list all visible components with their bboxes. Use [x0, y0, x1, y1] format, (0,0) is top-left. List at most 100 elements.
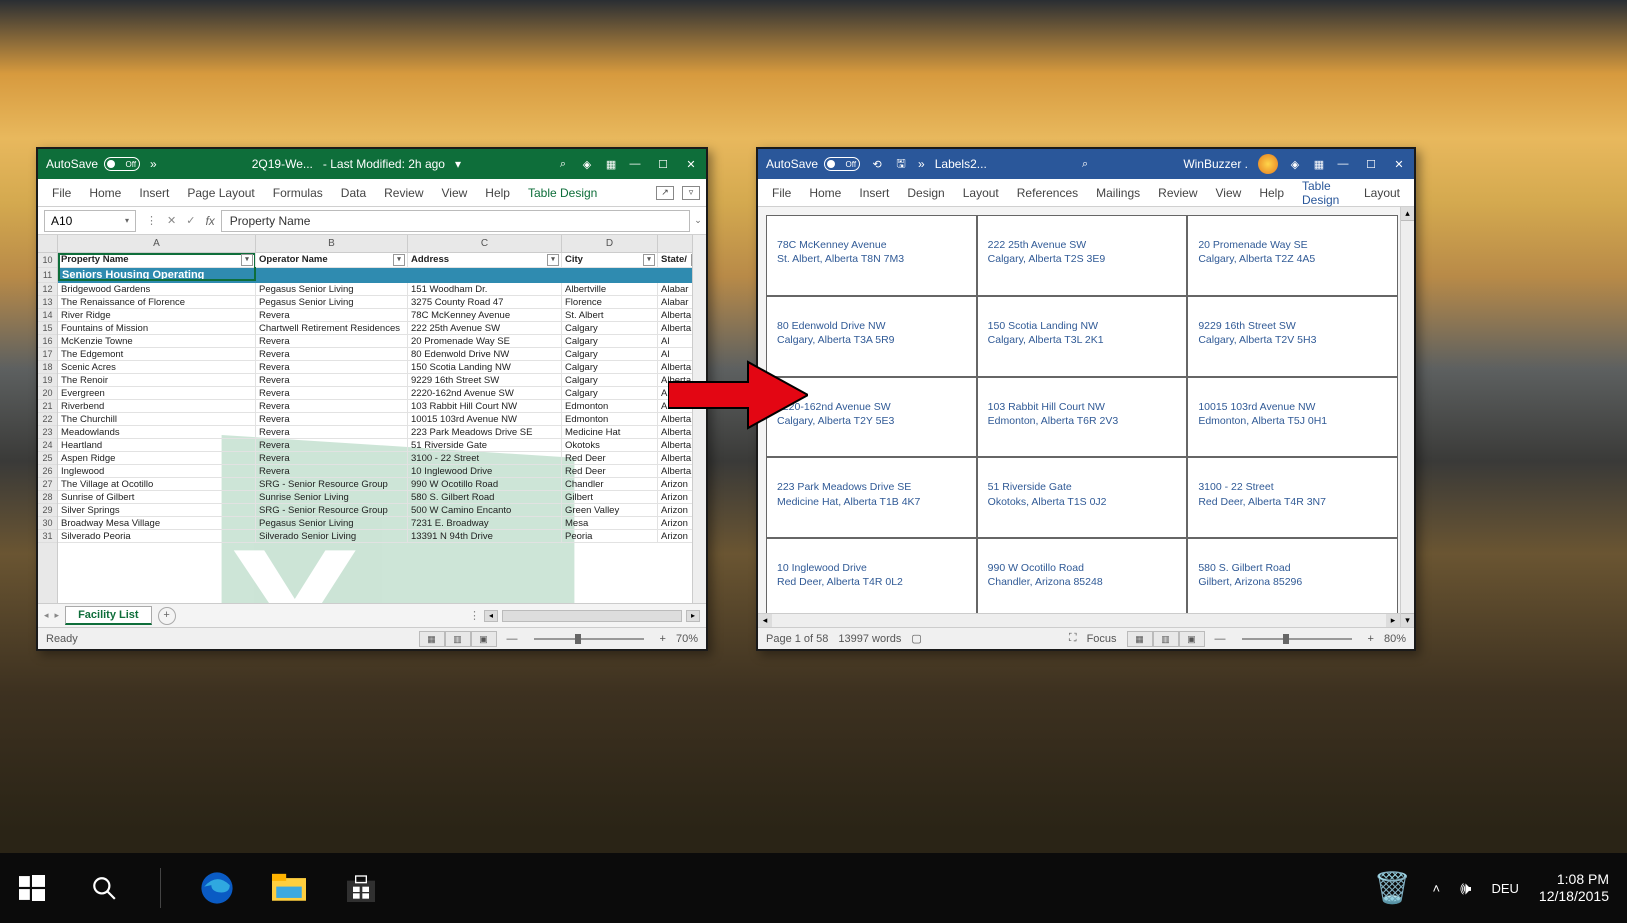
zoom-out-button[interactable]: — — [507, 633, 518, 645]
tab-references[interactable]: References — [1009, 186, 1086, 200]
mailing-label[interactable]: 990 W Ocotillo RoadChandler, Arizona 852… — [977, 538, 1188, 619]
volume-icon[interactable]: 🕪 — [1460, 878, 1471, 899]
tab-layout2[interactable]: Layout — [1356, 186, 1408, 200]
doc-title[interactable]: 2Q19-We... — [252, 157, 313, 171]
tab-insert[interactable]: Insert — [851, 186, 897, 200]
autosave-control[interactable]: AutoSave Off — [46, 157, 140, 171]
hscroll-left[interactable]: ◂ — [484, 610, 498, 622]
table-row[interactable]: Silver SpringsSRG - Senior Resource Grou… — [58, 504, 706, 517]
tab-view[interactable]: View — [434, 186, 476, 200]
col-d[interactable]: D — [562, 235, 658, 252]
tab-insert[interactable]: Insert — [131, 186, 177, 200]
tab-formulas[interactable]: Formulas — [265, 186, 331, 200]
zoom-slider[interactable] — [534, 638, 644, 640]
zoom-in-button[interactable]: + — [1368, 633, 1374, 645]
enter-fx-icon[interactable]: ✓ — [186, 214, 195, 227]
table-row[interactable]: Fountains of MissionChartwell Retirement… — [58, 322, 706, 335]
tab-data[interactable]: Data — [333, 186, 374, 200]
recycle-bin-icon[interactable]: 🗑️ — [1373, 868, 1413, 908]
tab-review[interactable]: Review — [376, 186, 431, 200]
table-row[interactable]: Scenic AcresRevera150 Scotia Landing NWC… — [58, 361, 706, 374]
save-icon[interactable]: 🖫 — [894, 157, 908, 171]
filter-dropdown[interactable]: ▾ — [393, 254, 405, 266]
mailing-label[interactable]: 20 Promenade Way SECalgary, Alberta T2Z … — [1187, 215, 1398, 296]
search-icon[interactable]: ⌕ — [1078, 157, 1092, 171]
view-pagebreak-button[interactable]: ▣ — [471, 631, 497, 647]
mailing-label[interactable]: 51 Riverside GateOkotoks, Alberta T1S 0J… — [977, 457, 1188, 538]
minimize-button[interactable]: — — [628, 157, 642, 171]
view-normal-button[interactable]: ▦ — [419, 631, 445, 647]
word-titlebar[interactable]: AutoSave Off ⟲ 🖫 » Labels2... ⌕ WinBuzze… — [758, 149, 1414, 179]
window-mode-icon[interactable]: ▦ — [1312, 157, 1326, 171]
table-row[interactable]: The EdgemontRevera80 Edenwold Drive NWCa… — [58, 348, 706, 361]
status-words[interactable]: 13997 words — [838, 633, 901, 645]
share-icon[interactable]: ↗ — [656, 186, 674, 200]
zoom-slider[interactable] — [1242, 638, 1352, 640]
filter-dropdown[interactable]: ▾ — [547, 254, 559, 266]
table-row[interactable]: The ChurchillRevera10015 103rd Avenue NW… — [58, 413, 706, 426]
table-row[interactable]: The RenoirRevera9229 16th Street SWCalga… — [58, 374, 706, 387]
start-button[interactable] — [12, 868, 52, 908]
table-row[interactable]: Sunrise of GilbertSunrise Senior Living5… — [58, 491, 706, 504]
status-page[interactable]: Page 1 of 58 — [766, 633, 828, 645]
table-row[interactable]: Bridgewood GardensPegasus Senior Living1… — [58, 283, 706, 296]
chevron-down-icon[interactable]: ▾ — [125, 216, 129, 225]
tab-tabledesign[interactable]: Table Design — [520, 186, 605, 200]
view-pagelayout-button[interactable]: ▥ — [445, 631, 471, 647]
tab-help[interactable]: Help — [1251, 186, 1292, 200]
system-clock[interactable]: 1:08 PM 12/18/2015 — [1539, 871, 1609, 906]
table-row[interactable]: McKenzie TowneRevera20 Promenade Way SEC… — [58, 335, 706, 348]
zoom-out-button[interactable]: — — [1215, 633, 1226, 645]
doc-title[interactable]: Labels2... — [935, 157, 987, 171]
table-row[interactable]: Broadway Mesa VillagePegasus Senior Livi… — [58, 517, 706, 530]
tab-file[interactable]: File — [764, 186, 799, 200]
zoom-level[interactable]: 80% — [1384, 633, 1406, 645]
table-row[interactable]: HeartlandRevera51 Riverside GateOkotoksA… — [58, 439, 706, 452]
windows-taskbar[interactable]: 🗑️ ˄ 🕪 DEU 1:08 PM 12/18/2015 — [0, 853, 1627, 923]
zoom-in-button[interactable]: + — [660, 633, 666, 645]
table-row[interactable]: RiverbendRevera103 Rabbit Hill Court NWE… — [58, 400, 706, 413]
hscroll-left[interactable]: ◂ — [758, 614, 772, 627]
tab-view[interactable]: View — [1208, 186, 1250, 200]
hscroll-right[interactable]: ▸ — [686, 610, 700, 622]
sheet-nav-prev[interactable]: ◂ — [44, 610, 49, 621]
mailing-label[interactable]: 580 S. Gilbert RoadGilbert, Arizona 8529… — [1187, 538, 1398, 619]
sheet-nav-next[interactable]: ▸ — [55, 610, 60, 621]
cancel-fx-icon[interactable]: ✕ — [167, 214, 176, 227]
category-band[interactable]: Seniors Housing Operating — [58, 268, 706, 283]
minimize-button[interactable]: — — [1336, 157, 1350, 171]
language-indicator[interactable]: DEU — [1491, 881, 1518, 896]
excel-grid[interactable]: A B C D 10111213141516171819202122232425… — [38, 235, 706, 603]
close-button[interactable]: ✕ — [1392, 157, 1406, 171]
tab-home[interactable]: Home — [81, 186, 129, 200]
formula-expand[interactable]: ⌄ — [690, 215, 706, 226]
fx-icon[interactable]: fx — [205, 214, 214, 228]
zoom-level[interactable]: 70% — [676, 633, 698, 645]
tab-layout[interactable]: Layout — [955, 186, 1007, 200]
col-a[interactable]: A — [58, 235, 256, 252]
excel-titlebar[interactable]: AutoSave Off » 2Q19-We... - Last Modifie… — [38, 149, 706, 179]
dropdown-icon[interactable]: ⋮ — [146, 214, 157, 227]
hscroll-track[interactable] — [502, 610, 682, 622]
tab-file[interactable]: File — [44, 186, 79, 200]
tab-mailings[interactable]: Mailings — [1088, 186, 1148, 200]
qat-more[interactable]: » — [150, 157, 157, 171]
cells-area[interactable]: Property Name▾Operator Name▾Address▾City… — [58, 253, 706, 603]
maximize-button[interactable]: ☐ — [656, 157, 670, 171]
table-row[interactable]: Silverado PeoriaSilverado Senior Living1… — [58, 530, 706, 543]
file-explorer-icon[interactable] — [269, 868, 309, 908]
mailing-label[interactable]: 103 Rabbit Hill Court NWEdmonton, Albert… — [977, 377, 1188, 458]
focus-label[interactable]: Focus — [1087, 633, 1117, 645]
name-box[interactable]: A10▾ — [44, 210, 136, 232]
table-row[interactable]: MeadowlandsRevera223 Park Meadows Drive … — [58, 426, 706, 439]
sheet-tab-facilitylist[interactable]: Facility List — [65, 606, 152, 625]
autosave-toggle[interactable]: Off — [824, 157, 860, 171]
window-mode-icon[interactable]: ▦ — [604, 157, 618, 171]
tab-tabledesign[interactable]: Table Design — [1294, 179, 1354, 207]
tab-design[interactable]: Design — [899, 186, 952, 200]
mailing-label[interactable]: 78C McKenney AvenueSt. Albert, Alberta T… — [766, 215, 977, 296]
add-sheet-button[interactable]: + — [158, 607, 176, 625]
view-print-button[interactable]: ▥ — [1153, 631, 1179, 647]
hscroll-right[interactable]: ▸ — [1386, 614, 1400, 627]
scroll-up[interactable]: ▴ — [1401, 207, 1414, 221]
